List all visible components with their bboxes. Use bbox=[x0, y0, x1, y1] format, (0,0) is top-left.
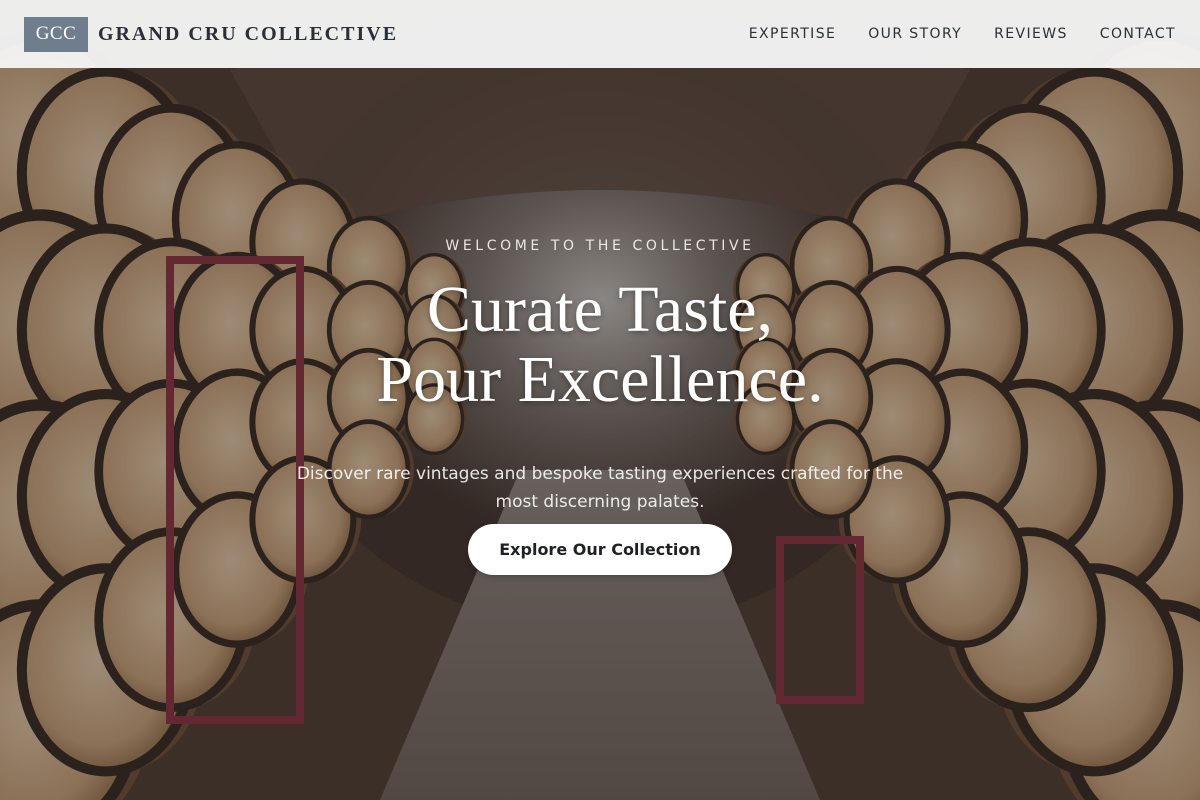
hero-eyebrow: WELCOME TO THE COLLECTIVE bbox=[445, 238, 755, 254]
brand-logo-mark: GCC bbox=[24, 16, 88, 52]
hero-subtext: Discover rare vintages and bespoke tasti… bbox=[296, 464, 904, 512]
nav-links: EXPERTISE OUR STORY REVIEWS CONTACT bbox=[749, 26, 1176, 42]
landing-page: GCC GRAND CRU COLLECTIVE EXPERTISE OUR S… bbox=[0, 0, 1200, 800]
top-navbar: GCC GRAND CRU COLLECTIVE EXPERTISE OUR S… bbox=[0, 0, 1200, 68]
nav-link-reviews[interactable]: REVIEWS bbox=[994, 26, 1068, 42]
hero-section: WELCOME TO THE COLLECTIVE Curate Taste, … bbox=[0, 0, 1200, 800]
nav-link-our-story[interactable]: OUR STORY bbox=[868, 26, 962, 42]
nav-link-contact[interactable]: CONTACT bbox=[1100, 26, 1176, 42]
hero-headline-line2: Pour Excellence. bbox=[376, 343, 824, 416]
brand-name: GRAND CRU COLLECTIVE bbox=[98, 22, 399, 45]
hero-headline: Curate Taste, Pour Excellence. bbox=[0, 275, 1200, 415]
explore-collection-button[interactable]: Explore Our Collection bbox=[468, 524, 732, 575]
hero-headline-line1: Curate Taste, bbox=[426, 273, 774, 346]
brand-logo-link[interactable]: GCC GRAND CRU COLLECTIVE bbox=[24, 16, 399, 52]
nav-link-expertise[interactable]: EXPERTISE bbox=[749, 26, 836, 42]
